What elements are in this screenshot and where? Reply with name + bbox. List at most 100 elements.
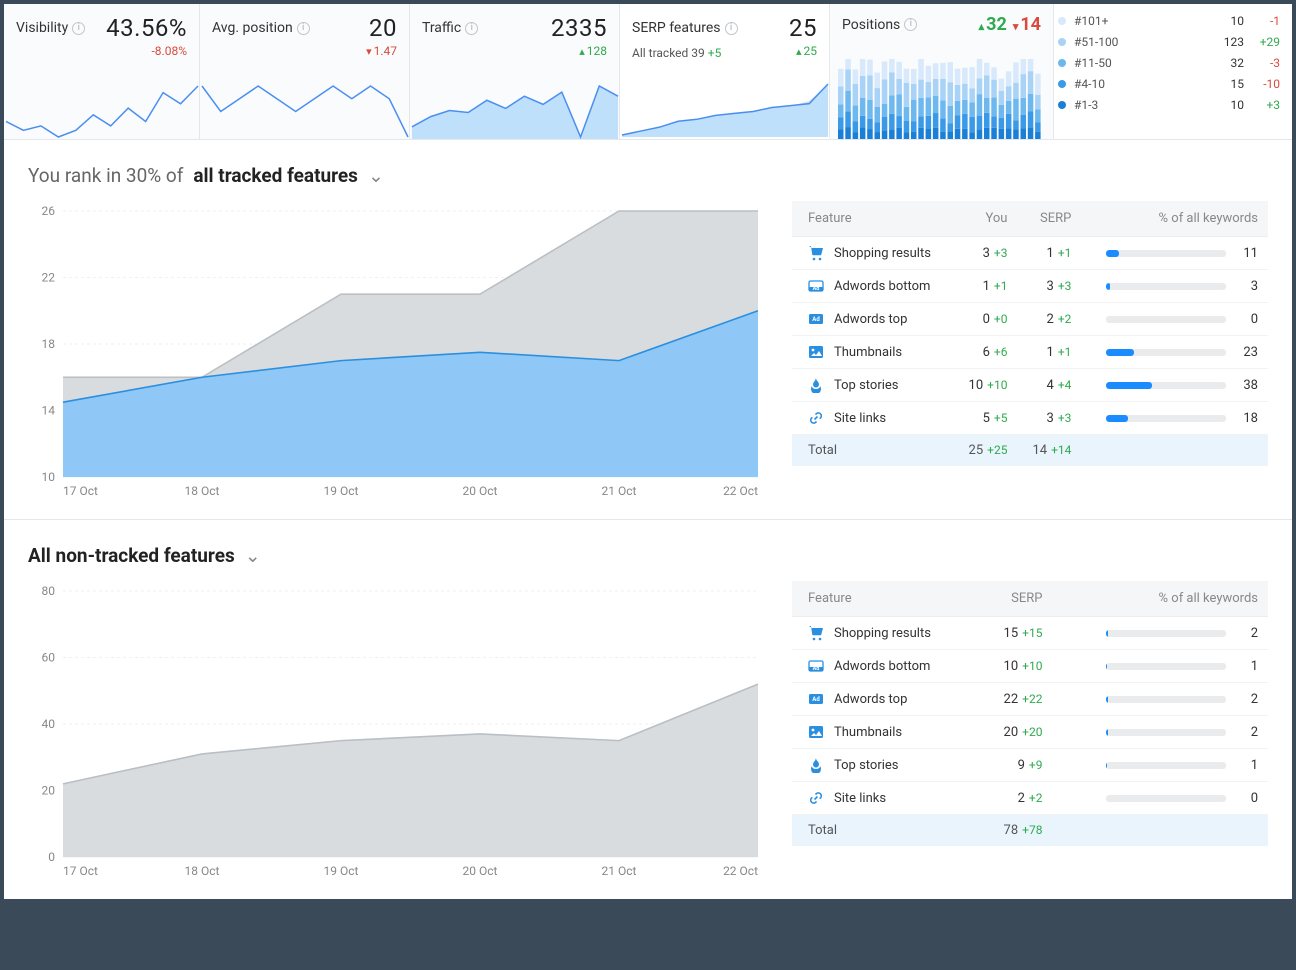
info-icon[interactable]: i [725,22,738,35]
visibility-value: 43.56% [106,14,187,42]
svg-text:Ad: Ad [812,696,820,703]
table-row[interactable]: Shopping results 3+3 1+1 11 [792,237,1268,270]
pct-value: 18 [1236,411,1258,426]
svg-text:18: 18 [42,337,56,351]
legend-delta: -1 [1252,14,1280,28]
svg-text:21 Oct: 21 Oct [602,864,637,878]
svg-text:20 Oct: 20 Oct [463,484,498,498]
you-cell: 10+10 [954,369,1018,402]
adtop-icon: Ad [808,311,824,327]
svg-text:10: 10 [42,470,56,484]
adtop-icon: Ad [808,691,824,707]
serp-cell: 1+1 [1017,336,1081,369]
legend-item[interactable]: #1-3 10 +3 [1058,98,1280,112]
card-avg-position[interactable]: Avg. positioni 20 1.47 [200,4,410,139]
chevron-down-icon: ⌄ [368,164,384,187]
thumb-icon [808,724,824,740]
feature-name: Top stories [834,758,899,773]
serp-sparkline [620,82,830,137]
card-visibility[interactable]: Visibility i 43.56% -8.08% [4,4,200,139]
visibility-delta: -8.08% [16,44,187,58]
serp-value: 25 [789,14,817,42]
svg-text:22: 22 [42,271,56,285]
svg-text:Ad: Ad [813,666,820,672]
legend-count: 10 [1214,14,1244,28]
table-row[interactable]: AdAdwords bottom 1+1 3+3 3 [792,270,1268,303]
svg-text:18 Oct: 18 Oct [185,864,220,878]
pct-value: 2 [1236,725,1258,740]
legend-count: 32 [1214,56,1244,70]
serp-label: SERP features [632,20,721,36]
pct-value: 0 [1236,791,1258,806]
feature-name: Adwords bottom [834,279,930,294]
th-serp[interactable]: SERP [979,581,1053,617]
table-row[interactable]: Top stories 9+9 1 [792,749,1268,782]
card-traffic[interactable]: Traffic i 2335 128 [410,4,620,139]
traffic-sparkline [410,84,620,139]
svg-text:60: 60 [42,651,56,665]
legend-count: 10 [1214,98,1244,112]
visibility-label: Visibility [16,20,68,36]
fire-icon [808,377,824,393]
card-serp-features[interactable]: SERP features i 25 All tracked 39 +5 25 [620,4,830,139]
feature-name: Site links [834,411,886,426]
you-cell: 0+0 [954,303,1018,336]
svg-text:Ad: Ad [812,316,820,323]
serp-cell: 1+1 [1017,237,1081,270]
traffic-value: 2335 [551,14,607,42]
feature-name: Thumbnails [834,345,902,360]
serp-cell: 15+15 [979,617,1053,650]
svg-text:14: 14 [42,404,56,418]
svg-text:20 Oct: 20 Oct [463,864,498,878]
th-pct[interactable]: % of all keywords [1052,581,1268,617]
table-row[interactable]: AdAdwords bottom 10+10 1 [792,650,1268,683]
table-row[interactable]: AdAdwords top 22+22 2 [792,683,1268,716]
serp-subright: 25 [796,44,817,60]
info-icon[interactable]: i [72,22,85,35]
th-feature[interactable]: Feature [792,581,979,617]
th-feature[interactable]: Feature [792,201,954,237]
legend-label: #4-10 [1074,77,1206,91]
you-cell: 3+3 [954,237,1018,270]
traffic-label: Traffic [422,20,461,36]
info-icon[interactable]: i [904,18,917,31]
svg-text:18 Oct: 18 Oct [185,484,220,498]
svg-text:0: 0 [48,850,55,864]
table-row[interactable]: Site links 5+5 3+3 18 [792,402,1268,435]
legend-item[interactable]: #4-10 15 -10 [1058,77,1280,91]
pct-value: 2 [1236,626,1258,641]
legend-item[interactable]: #11-50 32 -3 [1058,56,1280,70]
legend-item[interactable]: #101+ 10 -1 [1058,14,1280,28]
summary-cards: Visibility i 43.56% -8.08% Avg. positioni… [4,4,1292,140]
serp-cell: 20+20 [979,716,1053,749]
section-nontracked: All non-tracked features ⌄ 02040608017 O… [4,520,1292,899]
positions-down: 14 [1013,14,1041,35]
th-serp[interactable]: SERP [1017,201,1081,237]
svg-text:20: 20 [42,784,56,798]
serp-subleft: All tracked 39 +5 [632,46,721,60]
table-row[interactable]: Thumbnails 20+20 2 [792,716,1268,749]
table-row[interactable]: Site links 2+2 0 [792,782,1268,815]
total-row: Total 25+25 14+14 [792,435,1268,467]
pct-value: 38 [1236,378,1258,393]
pct-value: 23 [1236,345,1258,360]
legend-delta: +3 [1252,98,1280,112]
traffic-delta: 128 [422,44,607,58]
info-icon[interactable]: i [465,22,478,35]
pct-value: 1 [1236,758,1258,773]
legend-label: #11-50 [1074,56,1206,70]
nontracked-title[interactable]: All non-tracked features ⌄ [28,544,1268,567]
table-row[interactable]: Top stories 10+10 4+4 38 [792,369,1268,402]
serp-cell: 3+3 [1017,270,1081,303]
th-you[interactable]: You [954,201,1018,237]
th-pct[interactable]: % of all keywords [1081,201,1268,237]
info-icon[interactable]: i [297,22,310,35]
card-positions[interactable]: Positionsi 32 14 [830,4,1054,139]
table-row[interactable]: Shopping results 15+15 2 [792,617,1268,650]
legend-label: #101+ [1074,14,1206,28]
legend-item[interactable]: #51-100 123 +29 [1058,35,1280,49]
table-row[interactable]: AdAdwords top 0+0 2+2 0 [792,303,1268,336]
table-row[interactable]: Thumbnails 6+6 1+1 23 [792,336,1268,369]
positions-bars [838,59,1046,139]
tracked-title[interactable]: You rank in 30% of all tracked features … [28,164,1268,187]
